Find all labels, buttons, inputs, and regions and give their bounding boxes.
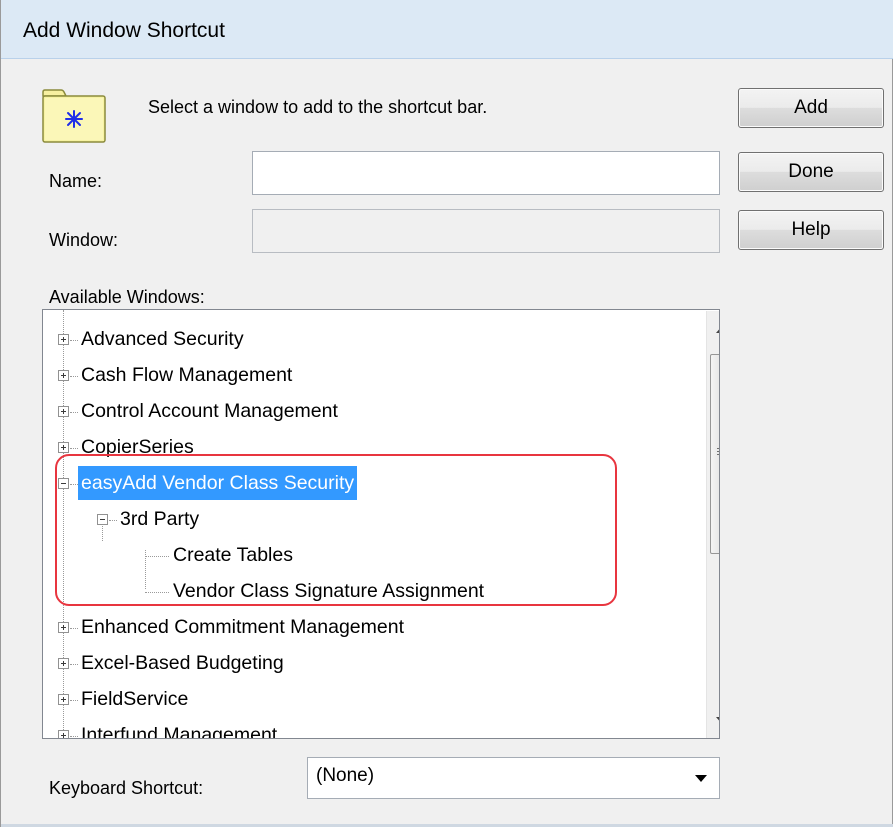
- instruction-text: Select a window to add to the shortcut b…: [148, 97, 488, 117]
- expand-icon[interactable]: [58, 658, 69, 669]
- help-button[interactable]: Help: [738, 210, 884, 250]
- tree-item-label: Advanced Security: [81, 328, 244, 350]
- window-label: Window:: [49, 230, 119, 250]
- add-window-shortcut-dialog: Add Window Shortcut Select a window to a…: [0, 0, 893, 827]
- connector: [70, 412, 78, 413]
- grip-line: [717, 454, 719, 455]
- highlight-outline: [55, 454, 617, 606]
- window-field: [252, 209, 720, 253]
- vertical-scrollbar[interactable]: [706, 311, 719, 738]
- connector: [70, 448, 78, 449]
- expand-icon[interactable]: [58, 694, 69, 705]
- expand-icon[interactable]: [58, 370, 69, 381]
- connector: [70, 376, 78, 377]
- name-field[interactable]: [252, 151, 720, 195]
- expand-icon[interactable]: [58, 334, 69, 345]
- scroll-down-arrow-icon[interactable]: [716, 717, 719, 724]
- title-bar: Add Window Shortcut: [1, 0, 893, 59]
- tree-item-label: Enhanced Commitment Management: [81, 616, 404, 638]
- available-windows-label: Available Windows:: [49, 287, 205, 307]
- tree-item-label: Interfund Management: [81, 724, 278, 739]
- connector: [70, 736, 78, 737]
- dialog-title: Add Window Shortcut: [23, 19, 225, 42]
- scrollbar-thumb[interactable]: [710, 354, 719, 554]
- expand-icon[interactable]: [58, 730, 69, 738]
- tree-item-label: Control Account Management: [81, 400, 338, 422]
- keyboard-shortcut-dropdown[interactable]: (None): [307, 757, 720, 799]
- expand-icon[interactable]: [58, 622, 69, 633]
- expand-icon[interactable]: [58, 442, 69, 453]
- keyboard-shortcut-value: (None): [316, 765, 375, 786]
- connector: [70, 700, 78, 701]
- connector: [70, 340, 78, 341]
- connector: [70, 664, 78, 665]
- name-label: Name:: [49, 171, 103, 191]
- tree-item-label: Excel-Based Budgeting: [81, 652, 284, 674]
- keyboard-shortcut-label: Keyboard Shortcut:: [49, 778, 204, 798]
- done-button[interactable]: Done: [738, 152, 884, 192]
- grip-line: [717, 451, 719, 452]
- add-button[interactable]: Add: [738, 88, 884, 128]
- tree-item-label: Cash Flow Management: [81, 364, 293, 386]
- expand-icon[interactable]: [58, 406, 69, 417]
- chevron-down-icon[interactable]: [695, 775, 707, 782]
- folder-icon: [41, 88, 107, 144]
- scroll-up-arrow-icon[interactable]: [716, 326, 719, 333]
- connector: [70, 628, 78, 629]
- tree-item-label: FieldService: [81, 688, 189, 710]
- grip-line: [717, 448, 719, 449]
